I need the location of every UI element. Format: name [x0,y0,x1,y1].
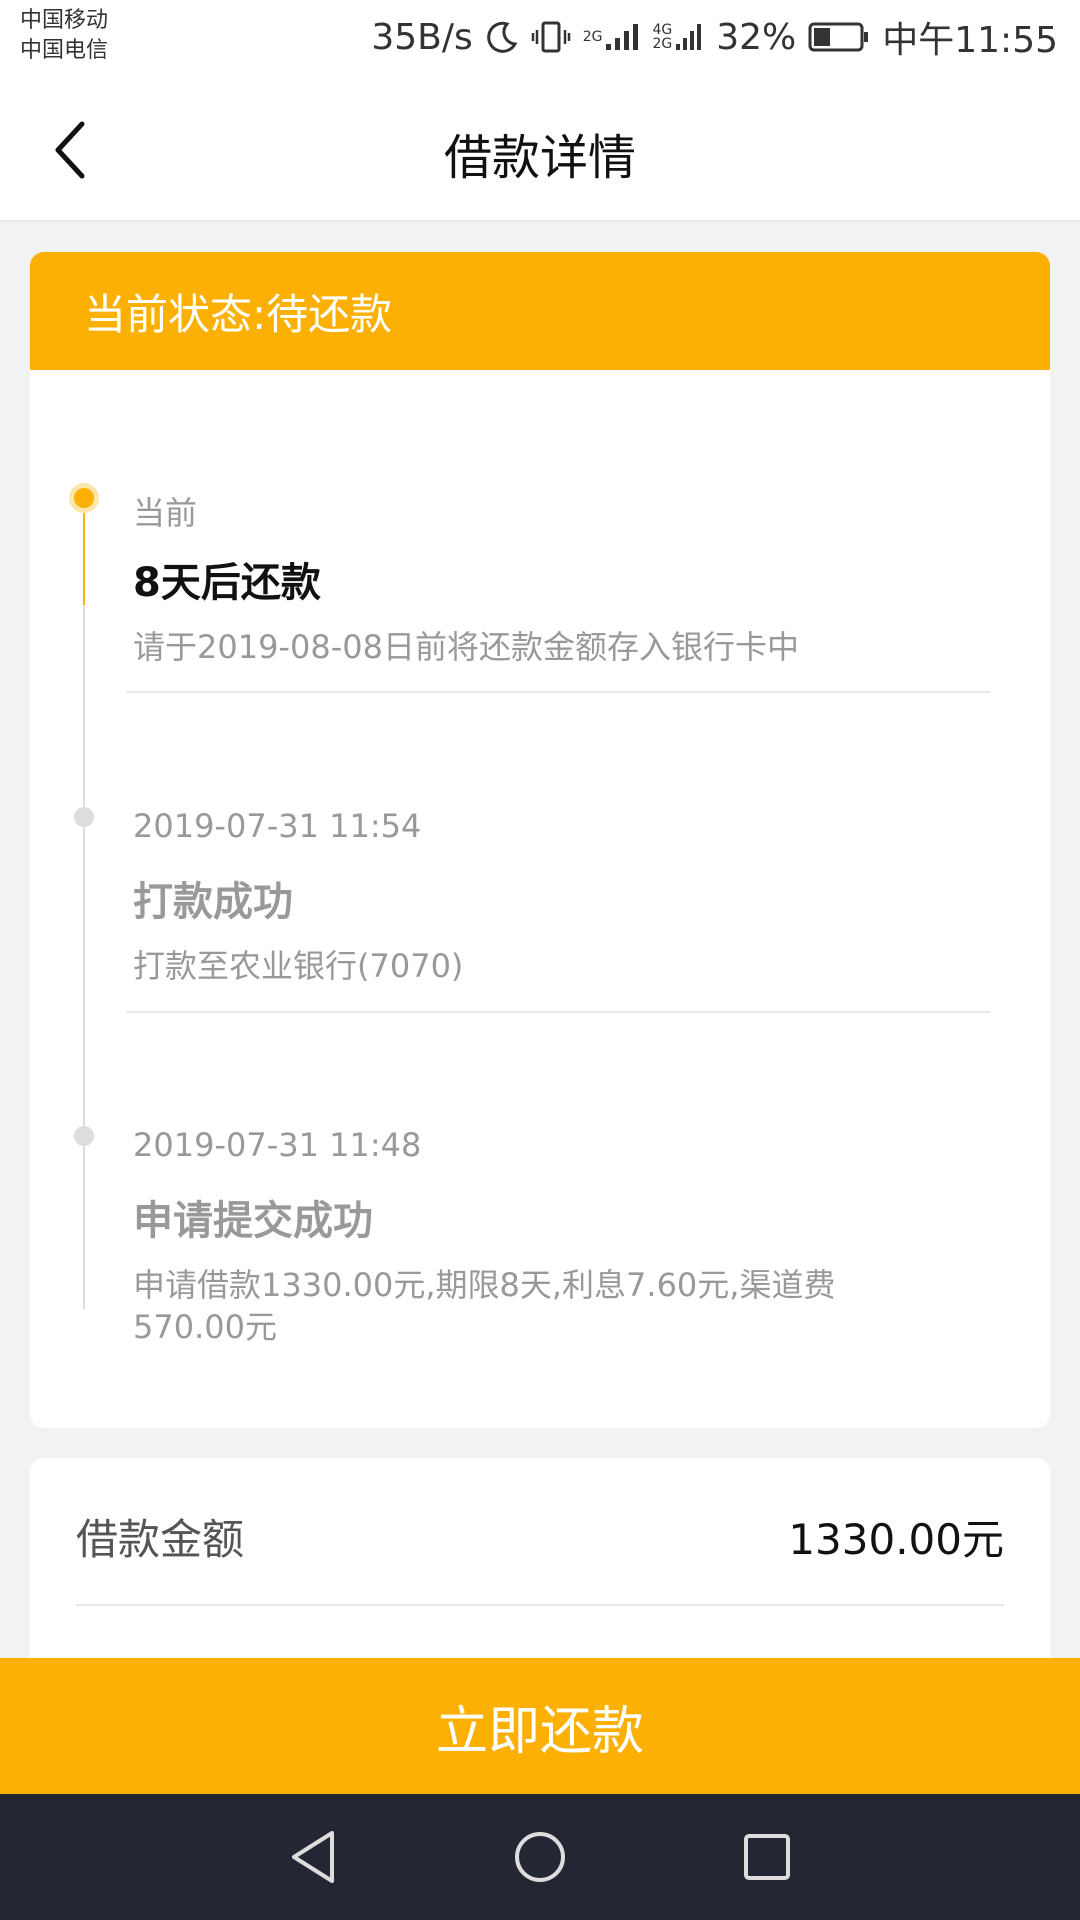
clock: 中午11:55 [882,20,1058,61]
repay-now-button[interactable]: 立即还款 [0,1658,1080,1794]
timeline-title: 8天后还款 [133,560,321,606]
summary-divider [76,1604,1004,1606]
circle-home-icon [514,1832,565,1882]
system-back-button[interactable] [273,1817,353,1897]
loan-summary-card: 借款金额 1330.00元 [30,1458,1050,1678]
timeline-dot [74,1126,94,1146]
loan-amount-row: 借款金额 1330.00元 [76,1506,1004,1567]
loan-amount-label: 借款金额 [76,1515,245,1564]
timeline-dot [74,807,94,827]
status-bar: 中国移动 中国电信 35B/s 2G 4G 2G 32% 中午11:55 [0,0,1080,80]
battery-percent: 32% [716,16,797,58]
network-2-bottom-label: 2G [652,36,673,52]
status-header: 当前状态:待还款 [30,252,1050,370]
system-recents-button[interactable] [727,1817,807,1897]
timeline-item: 2019-07-31 11:48 申请提交成功 申请借款1330.00元,期限8… [133,1126,973,1348]
carrier-2: 中国电信 [20,38,109,63]
system-home-button[interactable] [500,1817,580,1897]
net-speed: 35B/s [371,16,473,58]
system-nav-bar [0,1794,1080,1920]
status-icons: 35B/s 2G 4G 2G 32% 中午11:55 [371,12,1058,62]
timeline-meta: 当前 [133,494,198,532]
network-2-top-label: 4G [652,22,673,38]
timeline: 当前 8天后还款 请于2019-08-08日前将还款金额存入银行卡中 2019-… [30,370,1050,1428]
vibrate-icon [531,20,571,54]
timeline-meta: 2019-07-31 11:48 [133,1126,422,1164]
battery-icon [808,21,870,53]
timeline-divider [126,1011,990,1013]
timeline-title: 打款成功 [133,879,293,925]
timeline-meta: 2019-07-31 11:54 [133,807,422,845]
network-1-label: 2G [582,29,603,45]
timeline-line [83,605,85,1309]
signal-icon: 2G [583,22,641,52]
carrier-info: 中国移动 中国电信 [20,6,108,66]
timeline-divider [126,691,990,693]
triangle-back-icon [292,1831,335,1883]
timeline-desc: 打款至农业银行(7070) [133,947,464,985]
loan-amount-value: 1330.00元 [788,1515,1004,1564]
loan-status-card: 当前状态:待还款 当前 8天后还款 请于2019-08-08日前将还款金额存入银… [30,252,1050,1428]
page-title: 借款详情 [443,130,636,186]
timeline-dot-current [74,488,94,508]
moon-icon [485,20,519,54]
timeline-title: 申请提交成功 [133,1198,373,1244]
timeline-desc: 申请借款1330.00元,期限8天,利息7.60元,渠道费570.00元 [133,1266,836,1346]
signal-2-icon: 4G 2G [652,22,704,52]
timeline-item: 当前 8天后还款 请于2019-08-08日前将还款金额存入银行卡中 [133,488,973,668]
square-recents-icon [743,1834,790,1880]
carrier-1: 中国移动 [20,8,109,33]
timeline-desc: 请于2019-08-08日前将还款金额存入银行卡中 [133,628,799,666]
timeline-item: 2019-07-31 11:54 打款成功 打款至农业银行(7070) [133,807,973,987]
nav-bar: 借款详情 [0,80,1080,222]
